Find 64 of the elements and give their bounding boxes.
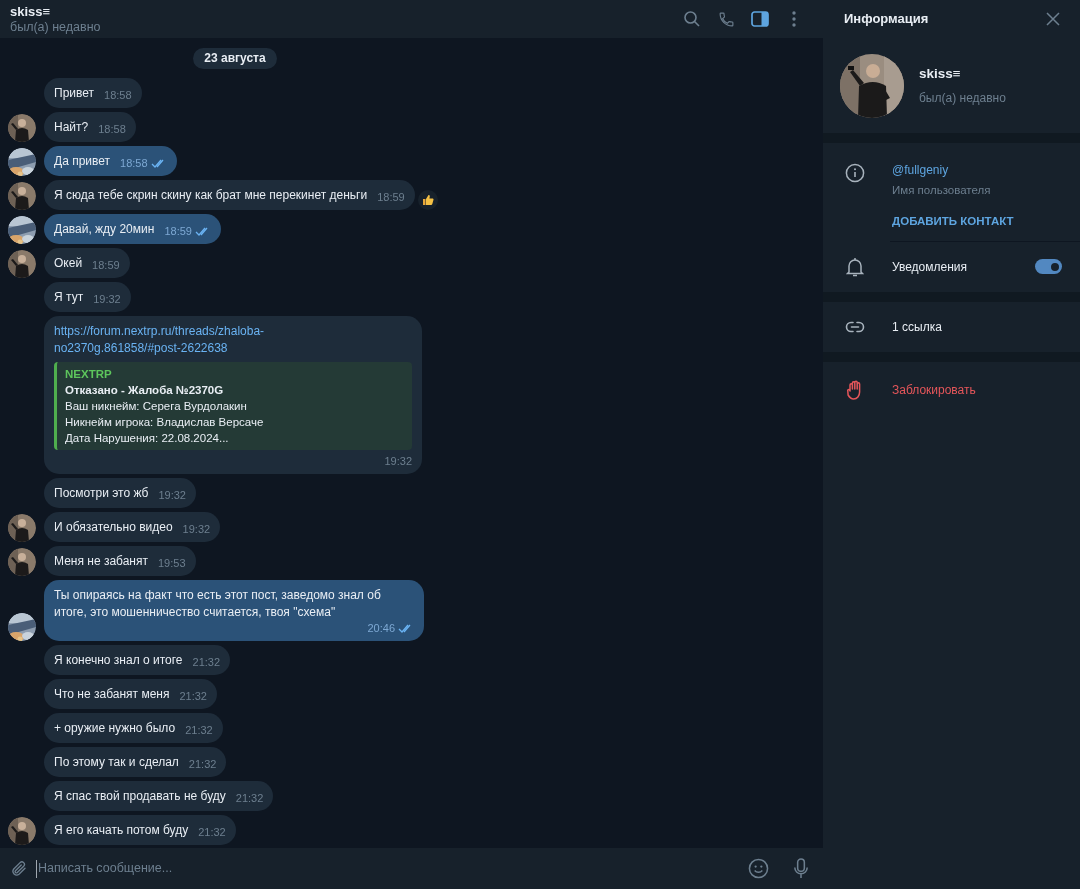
message-input[interactable]: Написать сообщение... bbox=[36, 859, 740, 878]
preview-text: Никнейм игрока: Владислав Версаче bbox=[65, 415, 265, 430]
message-time: 18:58 bbox=[104, 88, 132, 102]
link[interactable]: https://forum.nextrp.ru/threads/zhaloba-no2370g.861858/#post-2622638 bbox=[54, 323, 279, 357]
message-text: Меня не забанят bbox=[54, 554, 148, 568]
message-time: 18:59 bbox=[377, 190, 405, 204]
message-text: Ты опираясь на факт что есть этот пост, заведомо знал об итоге, это мошенничество считается, твоя "схема" bbox=[54, 587, 382, 621]
message-text: + оружие нужно было bbox=[54, 721, 176, 735]
message-time: 19:53 bbox=[157, 556, 186, 570]
message-time: 21:32 bbox=[235, 791, 264, 805]
bell-icon bbox=[844, 256, 866, 277]
message-time: 21:32 bbox=[198, 825, 226, 839]
notifications-label: Уведомления bbox=[892, 258, 968, 276]
add-contact-button[interactable]: ДОБАВИТЬ КОНТАКТ bbox=[892, 213, 1014, 231]
message-text: Привет bbox=[54, 86, 94, 100]
message-time: 20:46 bbox=[367, 621, 395, 635]
message-time: 18:59 bbox=[164, 224, 192, 238]
message-time: 18:58 bbox=[120, 156, 148, 170]
chat-title: skiss≡ bbox=[10, 3, 52, 19]
message-text: Я сюда тебе скрин скину как брат мне перекинет деньги bbox=[54, 188, 368, 202]
link-preview-card[interactable]: NEXTRP Отказано - Жалоба №2370G Ваш никнейм: Серега Вурдолакин Никнейм игрока: Владислав Версаче Дата Нарушения: 22.08.2024... bbox=[54, 362, 412, 450]
links-count[interactable]: 1 ссылка bbox=[892, 317, 942, 336]
message-text: Да привет bbox=[54, 154, 111, 168]
message-text: И обязательно видео bbox=[54, 520, 173, 534]
message-text: Я его качать потом буду bbox=[54, 823, 189, 837]
profile-status: был(а) недавно bbox=[919, 89, 1006, 107]
profile-name: skiss≡ bbox=[919, 65, 962, 84]
message-time: 18:58 bbox=[98, 122, 126, 136]
message-time: 19:32 bbox=[93, 292, 121, 306]
message-time: 19:32 bbox=[158, 488, 186, 502]
chat-status: был(а) недавно bbox=[10, 18, 102, 35]
username-link[interactable]: @fullgeniy bbox=[892, 161, 1014, 179]
message-text: Найт? bbox=[54, 120, 89, 134]
message-text: По этому так и сделал bbox=[54, 755, 179, 769]
message-text: Что не забанят меня bbox=[54, 687, 170, 701]
message-text: Давай, жду 20мин bbox=[54, 222, 155, 236]
message-text: Я спас твой продавать не буду bbox=[54, 789, 226, 803]
message-text: Посмотри это жб bbox=[54, 486, 149, 500]
message-time: 21:32 bbox=[185, 723, 213, 737]
username-label: Имя пользователя bbox=[892, 183, 992, 198]
message-text: Я тут bbox=[54, 290, 84, 304]
preview-text: Дата Нарушения: 22.08.2024... bbox=[65, 431, 230, 446]
panel-title: Информация bbox=[844, 10, 929, 29]
message-time: 21:32 bbox=[192, 655, 221, 669]
message-time: 21:32 bbox=[188, 757, 217, 771]
preview-site-name: NEXTRP bbox=[65, 367, 113, 382]
composer-bar[interactable]: Написать сообщение... bbox=[0, 848, 823, 889]
preview-title: Отказано - Жалоба №2370G bbox=[65, 383, 225, 398]
message-time: 18:59 bbox=[92, 258, 120, 272]
emoji-icon[interactable] bbox=[748, 858, 769, 879]
reaction-icon[interactable] bbox=[417, 190, 438, 210]
preview-text: Ваш никнейм: Серега Вурдолакин bbox=[65, 399, 248, 414]
notifications-toggle[interactable] bbox=[1035, 259, 1062, 274]
message-time: 21:32 bbox=[179, 689, 207, 703]
date-badge: 23 августа bbox=[193, 48, 277, 69]
message-text: Я конечно знал о итоге bbox=[54, 653, 183, 667]
message-time: 19:32 bbox=[384, 454, 412, 468]
link-icon bbox=[844, 320, 866, 333]
message-time: 19:32 bbox=[182, 522, 211, 536]
block-user-link[interactable]: Заблокировать bbox=[892, 380, 976, 399]
attach-icon[interactable] bbox=[10, 859, 28, 878]
info-icon bbox=[844, 163, 866, 183]
message-text: Окей bbox=[54, 256, 83, 270]
microphone-icon[interactable] bbox=[793, 858, 809, 879]
